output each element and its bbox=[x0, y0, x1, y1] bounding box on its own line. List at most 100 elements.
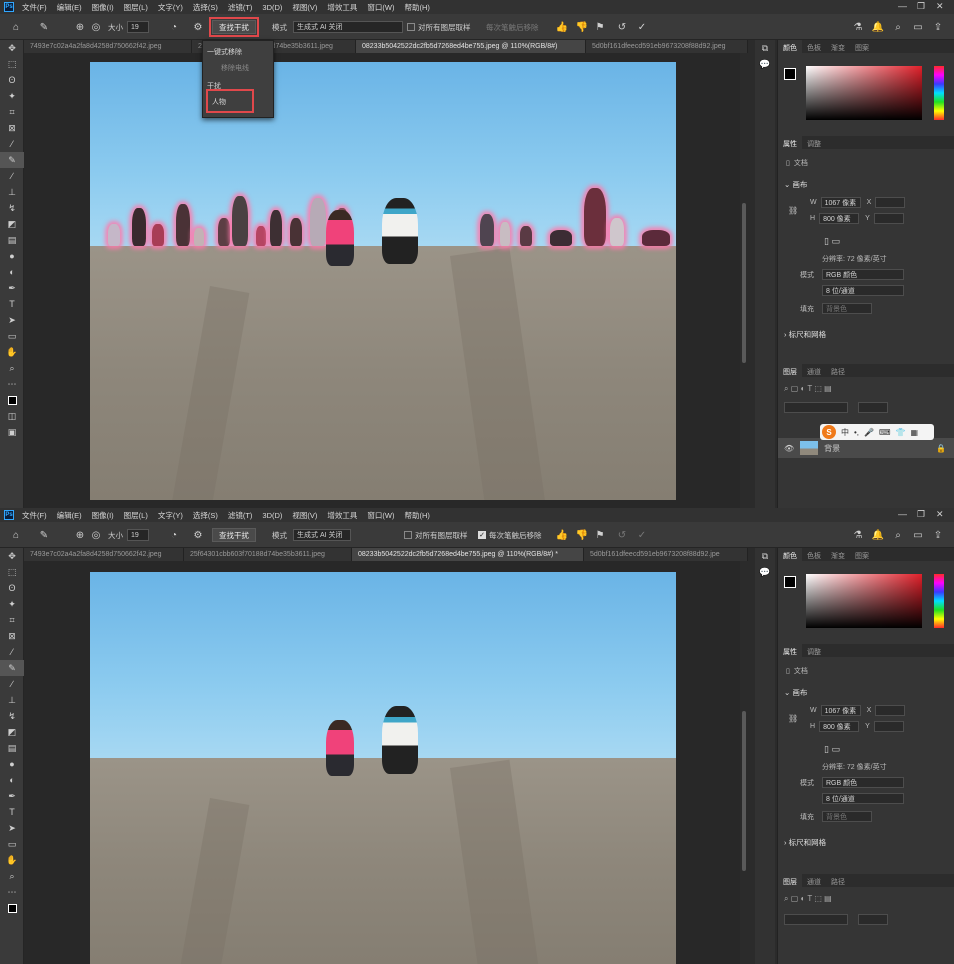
move-tool-icon[interactable]: ✥ bbox=[0, 40, 24, 56]
history-panel-icon[interactable]: ⧉ bbox=[755, 548, 775, 564]
restore-icon[interactable]: ❐ bbox=[917, 1, 925, 12]
type-tool-icon[interactable]: T bbox=[0, 804, 24, 820]
tab-swatches[interactable]: 色板 bbox=[802, 40, 826, 53]
menu-file[interactable]: 文件(F) bbox=[22, 2, 47, 13]
mode-select[interactable]: 生成式 AI 关闭 bbox=[293, 21, 403, 33]
tab-doc-4[interactable]: 5d0bf161dfeecd591eb9673208f88d92.jpeg bbox=[586, 40, 748, 53]
search-icon[interactable]: ⌕ bbox=[892, 529, 904, 541]
comment-panel-icon[interactable]: 💬 bbox=[755, 564, 775, 580]
eraser-tool-icon[interactable]: ◩ bbox=[0, 216, 24, 232]
brush-add-icon[interactable]: ⊕ bbox=[74, 21, 86, 33]
tab-color[interactable]: 颜色 bbox=[778, 40, 802, 53]
flag-icon[interactable]: ⚑ bbox=[594, 21, 606, 33]
keyboard-icon[interactable]: ⌨ bbox=[879, 428, 891, 437]
fill-select[interactable]: 背景色 bbox=[822, 811, 872, 822]
tab-adjustments[interactable]: 调整 bbox=[802, 136, 826, 149]
tab-color[interactable]: 颜色 bbox=[778, 548, 802, 561]
link-icon[interactable]: ⛓ bbox=[788, 206, 798, 215]
workspace-icon[interactable]: ▭ bbox=[912, 21, 924, 33]
history-brush-icon[interactable]: ↯ bbox=[0, 200, 24, 216]
menu-3d[interactable]: 3D(D) bbox=[262, 511, 282, 520]
blend-mode-select[interactable] bbox=[784, 402, 848, 413]
quick-mask-icon[interactable]: ◫ bbox=[0, 408, 24, 424]
eye-icon[interactable]: 👁 bbox=[784, 444, 794, 453]
thumb-down-icon[interactable]: 👎 bbox=[576, 529, 588, 541]
hand-tool-icon[interactable]: ✋ bbox=[0, 344, 24, 360]
mode-select[interactable]: 生成式 AI 关闭 bbox=[293, 529, 351, 541]
rulers-grid-header[interactable]: › 标尺和网格 bbox=[778, 834, 832, 851]
dropdown-item-distractions[interactable]: 干扰 bbox=[207, 81, 221, 91]
toolbox-icon[interactable]: ▦ bbox=[911, 428, 919, 437]
zoom-tool-icon[interactable]: ⌕ bbox=[0, 360, 24, 376]
type-tool-icon[interactable]: T bbox=[0, 296, 24, 312]
color-picker-field[interactable] bbox=[806, 66, 922, 120]
opacity-input[interactable] bbox=[858, 914, 888, 925]
gear-icon[interactable]: ⚙ bbox=[192, 529, 204, 541]
menu-plugins[interactable]: 增效工具 bbox=[327, 510, 357, 521]
tab-channels[interactable]: 通道 bbox=[802, 364, 826, 377]
minimize-icon[interactable]: — bbox=[898, 509, 907, 519]
tab-properties[interactable]: 属性 bbox=[778, 136, 802, 149]
orientation-icons[interactable]: ▯ ▭ bbox=[824, 744, 840, 755]
brush-subtract-icon[interactable]: ◎ bbox=[90, 21, 102, 33]
tab-adjustments[interactable]: 调整 bbox=[802, 644, 826, 657]
lasso-tool-icon[interactable]: ʘ bbox=[0, 72, 24, 88]
fill-select[interactable]: 背景色 bbox=[822, 303, 872, 314]
dodge-tool-icon[interactable]: ◐ bbox=[0, 264, 24, 280]
tab-layers[interactable]: 图层 bbox=[778, 364, 802, 377]
opacity-input[interactable] bbox=[858, 402, 888, 413]
color-swatches-icon[interactable] bbox=[0, 392, 24, 408]
pressure-icon[interactable]: ◔ bbox=[168, 529, 180, 541]
screen-mode-icon[interactable]: ▣ bbox=[0, 424, 24, 440]
history-panel-icon[interactable]: ⧉ bbox=[755, 40, 775, 56]
remove-tool-icon[interactable]: ✎ bbox=[0, 660, 24, 676]
comment-panel-icon[interactable]: 💬 bbox=[755, 56, 775, 72]
menu-view[interactable]: 视图(V) bbox=[292, 2, 317, 13]
layer-row-background[interactable]: 👁 背景 🔒 bbox=[778, 438, 954, 458]
tab-doc-4[interactable]: 5d0bf161dfeecd591eb9673208f88d92.jpe bbox=[584, 548, 748, 561]
eraser-tool-icon[interactable]: ◩ bbox=[0, 724, 24, 740]
tab-layers[interactable]: 图层 bbox=[778, 874, 802, 887]
menu-view[interactable]: 视图(V) bbox=[292, 510, 317, 521]
menu-select[interactable]: 选择(S) bbox=[193, 510, 218, 521]
x-input[interactable] bbox=[875, 705, 906, 716]
tab-gradients[interactable]: 渐变 bbox=[826, 40, 850, 53]
menu-select[interactable]: 选择(S) bbox=[193, 2, 218, 13]
close-icon[interactable]: ✕ bbox=[936, 1, 944, 12]
dropdown-item-people[interactable]: 人物 bbox=[206, 89, 254, 113]
close-icon[interactable]: ✕ bbox=[936, 509, 944, 520]
ime-mode[interactable]: 中 bbox=[841, 427, 849, 438]
thumb-down-icon[interactable]: 👎 bbox=[576, 21, 588, 33]
bit-depth-select[interactable]: 8 位/通道 bbox=[822, 285, 904, 296]
minimize-icon[interactable]: — bbox=[898, 1, 907, 11]
menu-filter[interactable]: 滤镜(T) bbox=[228, 510, 253, 521]
tab-doc-2[interactable]: 25f64301cbb603f70188d74be35b3611.jpeg bbox=[184, 548, 352, 561]
menu-image[interactable]: 图像(I) bbox=[92, 2, 114, 13]
frame-tool-icon[interactable]: ⊠ bbox=[0, 120, 24, 136]
tab-channels[interactable]: 通道 bbox=[802, 874, 826, 887]
lasso-tool-icon[interactable]: ʘ bbox=[0, 580, 24, 596]
hand-tool-icon[interactable]: ✋ bbox=[0, 852, 24, 868]
pen-tool-icon[interactable]: ✒ bbox=[0, 788, 24, 804]
remove-tool-icon[interactable]: ✎ bbox=[38, 21, 50, 33]
canvas-header[interactable]: ⌄ 画布 bbox=[778, 176, 813, 193]
menu-filter[interactable]: 滤镜(T) bbox=[228, 2, 253, 13]
gradient-tool-icon[interactable]: ▤ bbox=[0, 740, 24, 756]
height-input[interactable]: 800 像素 bbox=[819, 721, 860, 732]
tab-gradients[interactable]: 渐变 bbox=[826, 548, 850, 561]
undo-icon[interactable]: ↺ bbox=[616, 529, 628, 541]
menu-file[interactable]: 文件(F) bbox=[22, 510, 47, 521]
share-icon[interactable]: ⇪ bbox=[932, 529, 944, 541]
menu-plugins[interactable]: 增效工具 bbox=[327, 2, 357, 13]
punctuation-icon[interactable]: •, bbox=[854, 428, 859, 437]
tab-paths[interactable]: 路径 bbox=[826, 874, 850, 887]
dodge-tool-icon[interactable]: ◐ bbox=[0, 772, 24, 788]
auto-remove-checkbox[interactable]: ✓ bbox=[478, 531, 486, 539]
foreground-color-swatch[interactable] bbox=[784, 68, 796, 80]
menu-type[interactable]: 文字(Y) bbox=[158, 510, 183, 521]
more-tools-icon[interactable]: ⋯ bbox=[0, 376, 24, 392]
menu-window[interactable]: 窗口(W) bbox=[367, 510, 394, 521]
shape-tool-icon[interactable]: ▭ bbox=[0, 836, 24, 852]
tab-patterns[interactable]: 图案 bbox=[850, 548, 874, 561]
size-input[interactable]: 19 bbox=[127, 21, 149, 33]
